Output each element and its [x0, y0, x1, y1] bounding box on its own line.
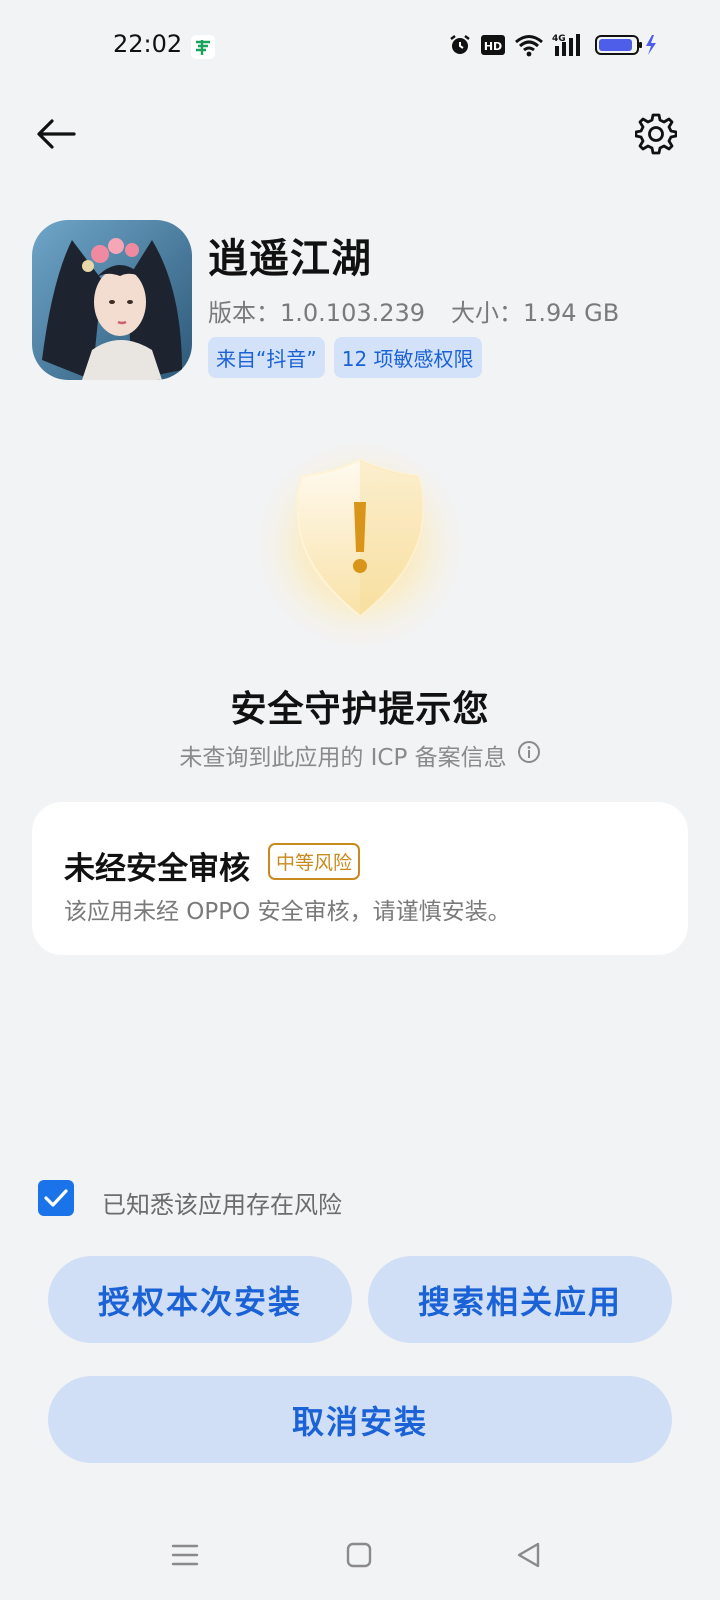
search-related-apps-button[interactable]: 搜索相关应用: [368, 1256, 672, 1343]
alarm-icon: [448, 33, 472, 57]
app-meta: 版本：1.0.103.239 大小：1.94 GB: [208, 293, 619, 328]
app-name: 逍遥江湖: [208, 236, 372, 282]
nav-home-button[interactable]: [344, 1540, 374, 1574]
app-version: 版本：1.0.103.239: [208, 299, 426, 327]
warning-subtitle: 未查询到此应用的 ICP 备案信息: [0, 738, 720, 772]
menu-icon: [171, 1544, 199, 1566]
status-time: 22:02: [113, 30, 183, 58]
gear-icon: [635, 113, 677, 155]
info-icon[interactable]: [517, 740, 541, 770]
battery-charging-icon: [594, 33, 658, 57]
app-icon: [32, 220, 192, 380]
risk-level-badge: 中等风险: [268, 843, 361, 880]
warning-shield-icon: [240, 430, 480, 670]
acknowledge-label[interactable]: 已知悉该应用存在风险: [102, 1185, 342, 1220]
cancel-install-button[interactable]: 取消安装: [48, 1376, 672, 1463]
risk-description: 该应用未经 OPPO 安全审核，请谨慎安装。: [64, 899, 511, 925]
nav-back-button[interactable]: [514, 1540, 544, 1574]
arrow-left-icon: [37, 119, 76, 149]
hd-icon: HD: [480, 34, 506, 56]
triangle-back-icon: [517, 1542, 540, 1568]
app-size: 大小：1.94 GB: [451, 299, 620, 327]
permissions-tag[interactable]: 12 项敏感权限: [333, 337, 482, 378]
svg-text:HD: HD: [484, 40, 502, 53]
settings-button[interactable]: [630, 108, 682, 160]
checkmark-icon: [44, 1189, 68, 1207]
signal-icon: 4G: [552, 32, 586, 58]
app-tags: 来自“抖音” 12 项敏感权限: [208, 337, 482, 378]
risk-title: 未经安全审核: [64, 851, 250, 887]
warning-title: 安全守护提示您: [230, 689, 490, 730]
source-tag[interactable]: 来自“抖音”: [208, 337, 325, 378]
china-post-icon: [190, 34, 216, 60]
nav-menu-button[interactable]: [170, 1540, 200, 1574]
acknowledge-checkbox[interactable]: [38, 1180, 74, 1216]
wifi-icon: [514, 33, 544, 57]
square-icon: [346, 1542, 372, 1568]
status-icons: HD 4G: [448, 32, 658, 58]
back-button[interactable]: [30, 108, 82, 160]
authorize-install-button[interactable]: 授权本次安装: [48, 1256, 352, 1343]
warning-subtitle-text: 未查询到此应用的 ICP 备案信息: [179, 745, 507, 771]
